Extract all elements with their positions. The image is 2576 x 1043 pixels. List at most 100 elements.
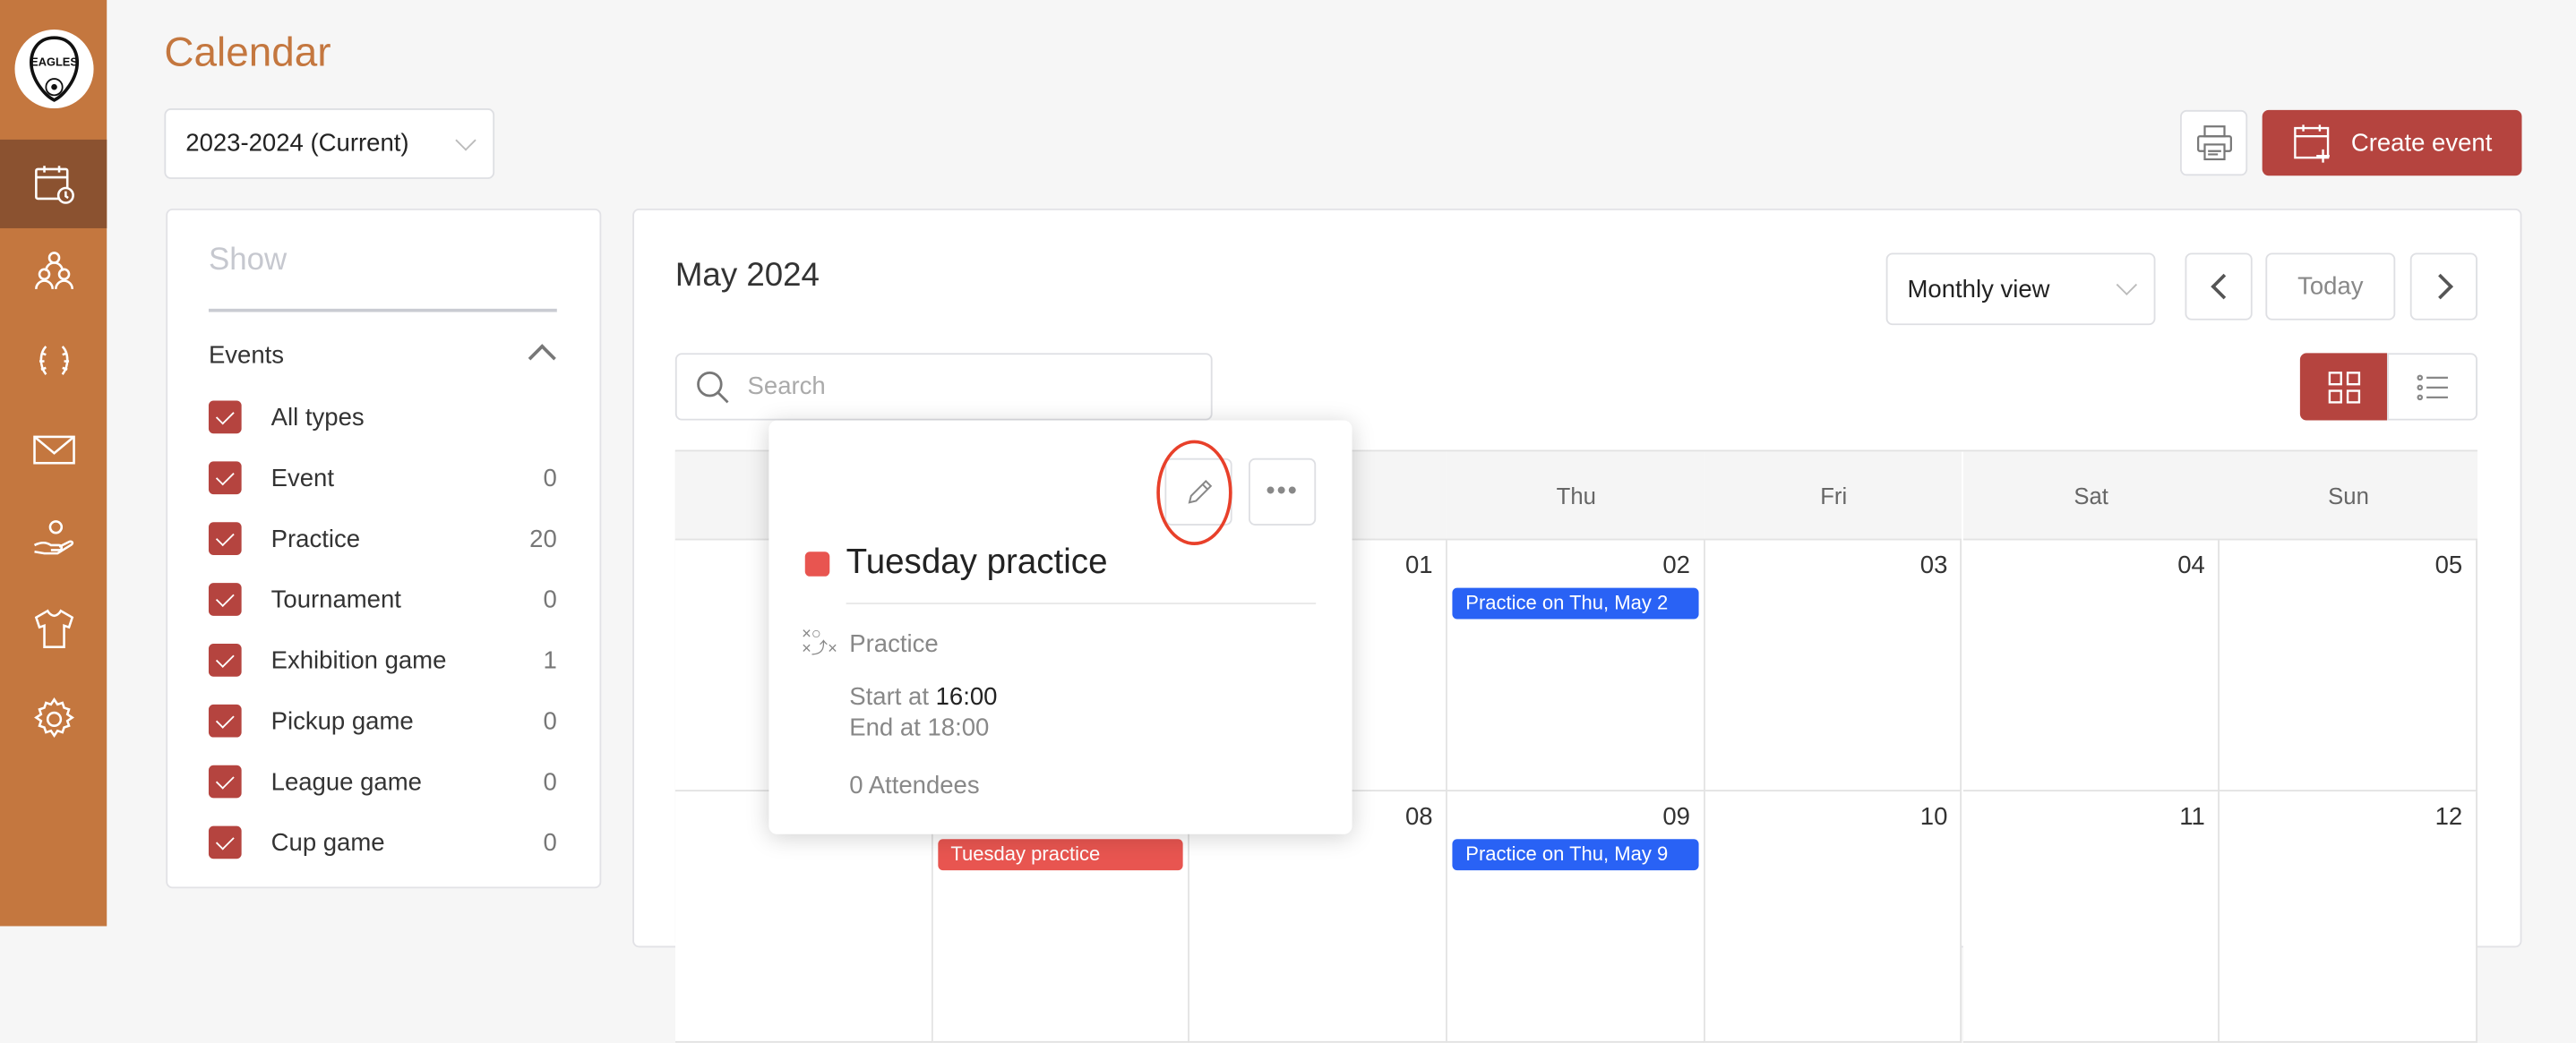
sidebar-item-equipment[interactable] — [0, 585, 107, 673]
ellipsis-icon: ••• — [1266, 476, 1299, 506]
page-title: Calendar — [164, 30, 331, 76]
season-select[interactable]: 2023-2024 (Current) — [164, 108, 495, 179]
chevron-down-icon — [2116, 274, 2138, 295]
day-cell[interactable]: 04 — [1962, 540, 2220, 792]
list-view-toggle[interactable] — [2387, 353, 2477, 421]
day-cell[interactable]: 12 — [2220, 791, 2477, 1043]
season-value: 2023-2024 (Current) — [185, 129, 409, 158]
filter-label: Pickup game — [270, 706, 414, 735]
filter-pickup-game[interactable]: Pickup game 0 — [208, 703, 557, 739]
search-input[interactable]: Search — [674, 353, 1213, 421]
more-options-button[interactable]: ••• — [1248, 457, 1317, 526]
checkbox[interactable] — [208, 765, 242, 799]
weekday-header: Sun — [2220, 451, 2477, 541]
create-event-label: Create event — [2350, 128, 2493, 158]
checkbox[interactable] — [208, 461, 242, 495]
filter-event[interactable]: Event 0 — [208, 460, 557, 496]
event-attendees[interactable]: 0 Attendees — [849, 772, 979, 799]
sidebar-item-sponsors[interactable] — [0, 494, 107, 583]
day-cell[interactable]: 03 — [1704, 540, 1962, 792]
search-placeholder: Search — [747, 372, 826, 401]
search-icon — [697, 371, 729, 403]
people-group-icon — [34, 252, 73, 289]
filters-title: Show — [208, 243, 288, 278]
sidebar-item-teams[interactable] — [0, 227, 107, 315]
day-cell[interactable]: 09 Practice on Thu, May 9 — [1447, 791, 1705, 1043]
month-title: May 2024 — [674, 257, 820, 295]
day-cell[interactable]: 02 Practice on Thu, May 2 — [1447, 540, 1705, 792]
laurel-icon — [39, 346, 69, 375]
day-cell[interactable]: 10 — [1704, 791, 1962, 1043]
weekday-header: Thu — [1447, 451, 1705, 541]
tactics-icon: ×○ ×⤴× — [802, 625, 837, 659]
sidebar-item-settings[interactable] — [0, 675, 107, 764]
checkbox[interactable] — [208, 644, 242, 677]
day-number: 11 — [2179, 802, 2205, 832]
prev-month-button[interactable] — [2185, 252, 2253, 321]
filter-all-types[interactable]: All types — [208, 399, 557, 435]
checkbox[interactable] — [208, 583, 242, 616]
event-popup: ••• Tuesday practice ×○ ×⤴× Practice Star… — [769, 420, 1352, 834]
day-cell[interactable]: 05 — [2220, 540, 2477, 792]
filter-label: League game — [270, 767, 422, 796]
sidebar-item-calendar[interactable] — [0, 139, 107, 228]
day-number: 05 — [2434, 551, 2463, 580]
grid-icon — [2327, 371, 2360, 403]
calendar-event[interactable]: Practice on Thu, May 9 — [1452, 839, 1699, 871]
day-cell[interactable]: 11 — [1962, 791, 2220, 1043]
sidebar-item-messages[interactable] — [0, 406, 107, 494]
checkbox[interactable] — [208, 704, 242, 738]
gear-icon — [33, 697, 74, 739]
filter-practice[interactable]: Practice 20 — [208, 520, 557, 556]
sidebar-item-awards[interactable] — [0, 317, 107, 406]
day-number: 04 — [2177, 551, 2205, 580]
filter-label: Cup game — [270, 828, 385, 857]
filter-label: Practice — [270, 525, 361, 553]
events-section-title: Events — [208, 341, 285, 370]
jersey-icon — [33, 609, 73, 648]
chevron-left-icon — [2210, 273, 2236, 300]
start-time: 16:00 — [935, 683, 998, 712]
day-number: 12 — [2434, 802, 2463, 832]
printer-icon — [2196, 125, 2232, 161]
envelope-icon — [32, 435, 74, 465]
filter-count: 0 — [543, 767, 557, 796]
highlight-ring — [1156, 440, 1232, 545]
filter-count: 20 — [529, 525, 557, 553]
view-value: Monthly view — [1907, 275, 2050, 303]
filter-count: 0 — [543, 464, 557, 492]
day-number: 10 — [1919, 802, 1948, 832]
checkbox[interactable] — [208, 522, 242, 555]
checkbox[interactable] — [208, 825, 242, 859]
calendar-event[interactable]: Practice on Thu, May 2 — [1452, 587, 1699, 620]
filter-league-game[interactable]: League game 0 — [208, 764, 557, 799]
filter-count: 1 — [543, 645, 557, 674]
day-number: 02 — [1662, 551, 1690, 580]
filter-label: Event — [270, 464, 335, 492]
next-month-button[interactable] — [2409, 252, 2477, 321]
calendar-event[interactable]: Tuesday practice — [937, 839, 1184, 871]
view-select[interactable]: Monthly view — [1885, 252, 2156, 326]
print-button[interactable] — [2179, 109, 2248, 176]
filter-cup-game[interactable]: Cup game 0 — [208, 825, 557, 860]
filter-label: Tournament — [270, 585, 401, 614]
event-type: Practice — [849, 630, 939, 659]
checkbox[interactable] — [208, 400, 242, 434]
filter-exhibition-game[interactable]: Exhibition game 1 — [208, 642, 557, 678]
chevron-down-icon — [455, 129, 477, 150]
create-event-button[interactable]: Create event — [2262, 109, 2522, 176]
grid-view-toggle[interactable] — [2299, 353, 2388, 421]
filter-tournament[interactable]: Tournament 0 — [208, 581, 557, 617]
filter-label: Exhibition game — [270, 645, 447, 674]
filter-count: 0 — [543, 828, 557, 857]
event-title: Tuesday practice — [846, 543, 1108, 582]
svg-text:EAGLES: EAGLES — [30, 55, 78, 68]
team-logo[interactable]: EAGLES — [14, 30, 94, 109]
today-button[interactable]: Today — [2265, 252, 2396, 321]
event-start: Start at 16:00 — [849, 683, 997, 711]
event-color-swatch — [804, 551, 830, 577]
divider — [208, 308, 557, 312]
filter-label: All types — [270, 403, 365, 432]
weekday-header: Fri — [1704, 451, 1962, 541]
day-number: 08 — [1404, 802, 1433, 832]
